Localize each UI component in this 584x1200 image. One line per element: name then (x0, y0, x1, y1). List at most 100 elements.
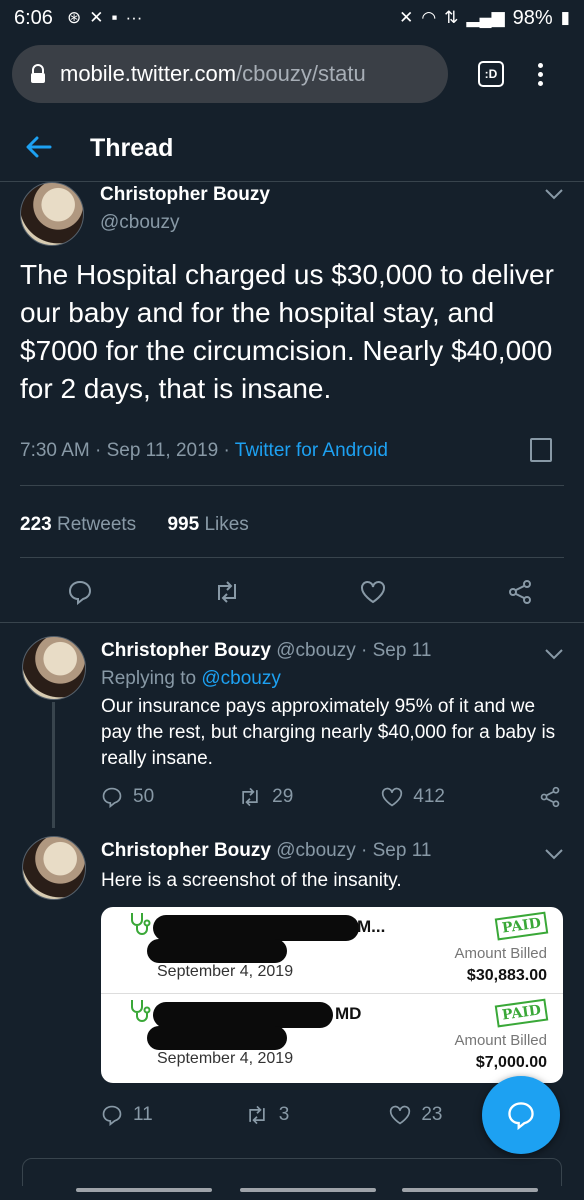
data-icon: ⇅ (444, 8, 459, 27)
attached-image[interactable]: M... September 4, 2019 PAID Amount Bille… (101, 907, 563, 1083)
like-action[interactable]: 23 (389, 1104, 442, 1126)
tweet-source-link[interactable]: Twitter for Android (235, 440, 388, 461)
tweet-text: The Hospital charged us $30,000 to deliv… (20, 259, 554, 404)
retweet-icon[interactable] (207, 572, 247, 612)
like-action[interactable]: 412 (381, 786, 445, 808)
page-title: Thread (90, 134, 174, 162)
facebook-icon: ⊛ (66, 8, 82, 27)
thread-connector (52, 702, 55, 828)
mute-icon: ✕ (399, 8, 414, 27)
chevron-down-icon[interactable] (544, 184, 564, 205)
gesture-bar (0, 1186, 584, 1200)
divider (20, 485, 564, 486)
redacted-name (153, 915, 359, 941)
reply-bubble-icon (508, 1102, 534, 1130)
replying-prefix: Replying to (101, 668, 202, 689)
likes-label: Likes (199, 514, 249, 535)
reply-icon[interactable] (60, 572, 100, 612)
provider-suffix: MD (335, 1004, 362, 1023)
notification-icons: ⊛ ✕ ▪ ··· (67, 8, 143, 28)
redacted-name (153, 1002, 333, 1028)
amount-billed-label: Amount Billed (454, 1032, 547, 1049)
author-name: Christopher Bouzy (101, 840, 271, 861)
reply-count: 11 (133, 1104, 153, 1125)
reply-action[interactable]: 50 (101, 786, 154, 808)
amount-billed-label: Amount Billed (454, 945, 547, 962)
provider-suffix: M... (357, 917, 386, 936)
wifi-icon: ◠ (421, 8, 437, 27)
bill-row: M... September 4, 2019 PAID Amount Bille… (101, 907, 563, 993)
tweet-actions (60, 572, 540, 612)
message-icon: ▪ (111, 8, 118, 27)
like-count: 23 (421, 1104, 443, 1125)
redacted-text (147, 939, 287, 963)
url-path: /cbouzy/statu (236, 61, 366, 86)
lock-icon (30, 64, 46, 84)
more-dots-icon: ··· (125, 8, 143, 27)
retweet-action[interactable]: 3 (245, 1104, 290, 1126)
tweet-text: Our insurance pays approximately 95% of … (101, 696, 556, 769)
reply-icon (102, 787, 122, 808)
reply-count: 50 (133, 786, 155, 807)
compose-reply-button[interactable] (482, 1076, 560, 1154)
likes-count: 995 (167, 514, 200, 535)
signal-icon: ▂▄▆ (466, 8, 505, 27)
amount-billed-value: $7,000.00 (475, 1054, 547, 1071)
missed-call-icon: ✕ (89, 8, 104, 27)
like-icon[interactable] (353, 572, 393, 612)
retweets-count: 223 (20, 514, 52, 535)
replying-handle-link[interactable]: @cbouzy (201, 668, 281, 689)
tweet-meta: 7:30 AM · Sep 11, 2019 · Twitter for And… (20, 440, 388, 462)
bill-row: MD September 4, 2019 PAID Amount Billed … (101, 993, 563, 1079)
author-name: Christopher Bouzy (101, 640, 271, 661)
battery-icon: ▮ (560, 8, 570, 27)
tab-switcher-button[interactable]: :D (478, 61, 504, 87)
divider (0, 622, 584, 623)
avatar[interactable] (22, 836, 86, 900)
thread-header: Thread (0, 116, 584, 182)
paid-stamp: PAID (494, 998, 549, 1028)
bill-date: September 4, 2019 (157, 963, 294, 980)
share-icon[interactable] (539, 786, 561, 808)
status-bar: 6:06 ⊛ ✕ ▪ ··· ✕ ◠ ⇅ ▂▄▆ 98% ▮ (0, 0, 584, 36)
redacted-text (147, 1026, 287, 1050)
retweet-icon (242, 787, 258, 807)
retweets-stat[interactable]: 223 Retweets (20, 514, 136, 535)
avatar[interactable] (22, 636, 86, 700)
reply-header: Christopher Bouzy @cbouzy · Sep 11 (101, 640, 561, 662)
chevron-down-icon[interactable] (544, 644, 564, 665)
author-name: Christopher Bouzy (100, 184, 270, 205)
author-handle-date: @cbouzy · Sep 11 (270, 840, 432, 861)
divider (20, 557, 564, 558)
url-host: mobile.twitter.com (60, 61, 237, 86)
retweet-icon (249, 1105, 265, 1125)
url-bar[interactable]: mobile.twitter.com/cbouzy/statu (12, 45, 448, 103)
like-icon (382, 787, 403, 807)
status-time: 6:06 (14, 6, 53, 29)
reply-action[interactable]: 11 (101, 1104, 153, 1126)
like-count: 412 (413, 786, 445, 807)
share-icon[interactable] (500, 572, 540, 612)
browser-menu-button[interactable] (538, 62, 543, 86)
reply-header: Christopher Bouzy @cbouzy · Sep 11 (101, 840, 561, 862)
stethoscope-icon (129, 998, 151, 1030)
bill-date: September 4, 2019 (157, 1050, 294, 1067)
tweet-text: Here is a screenshot of the insanity. (101, 870, 402, 891)
paid-stamp: PAID (494, 911, 549, 941)
tweet-author[interactable]: Christopher Bouzy @cbouzy (20, 182, 270, 246)
chevron-down-icon[interactable] (544, 844, 564, 865)
retweet-count: 3 (278, 1104, 290, 1125)
retweet-action[interactable]: 29 (238, 786, 293, 808)
retweet-count: 29 (272, 786, 294, 807)
reply-icon (102, 1105, 122, 1126)
tweet-timestamp: 7:30 AM · Sep 11, 2019 · (20, 440, 235, 461)
analytics-icon[interactable] (530, 438, 552, 462)
likes-stat[interactable]: 995 Likes (167, 514, 248, 535)
browser-toolbar: mobile.twitter.com/cbouzy/statu :D (0, 40, 584, 108)
tweet-stats: 223 Retweets 995 Likes (20, 514, 249, 536)
author-handle-date: @cbouzy · Sep 11 (270, 640, 432, 661)
avatar[interactable] (20, 182, 84, 246)
replying-to: Replying to @cbouzy (101, 668, 561, 690)
tweet-actions: 50 29 412 (101, 786, 561, 808)
back-arrow-icon[interactable] (26, 132, 66, 166)
